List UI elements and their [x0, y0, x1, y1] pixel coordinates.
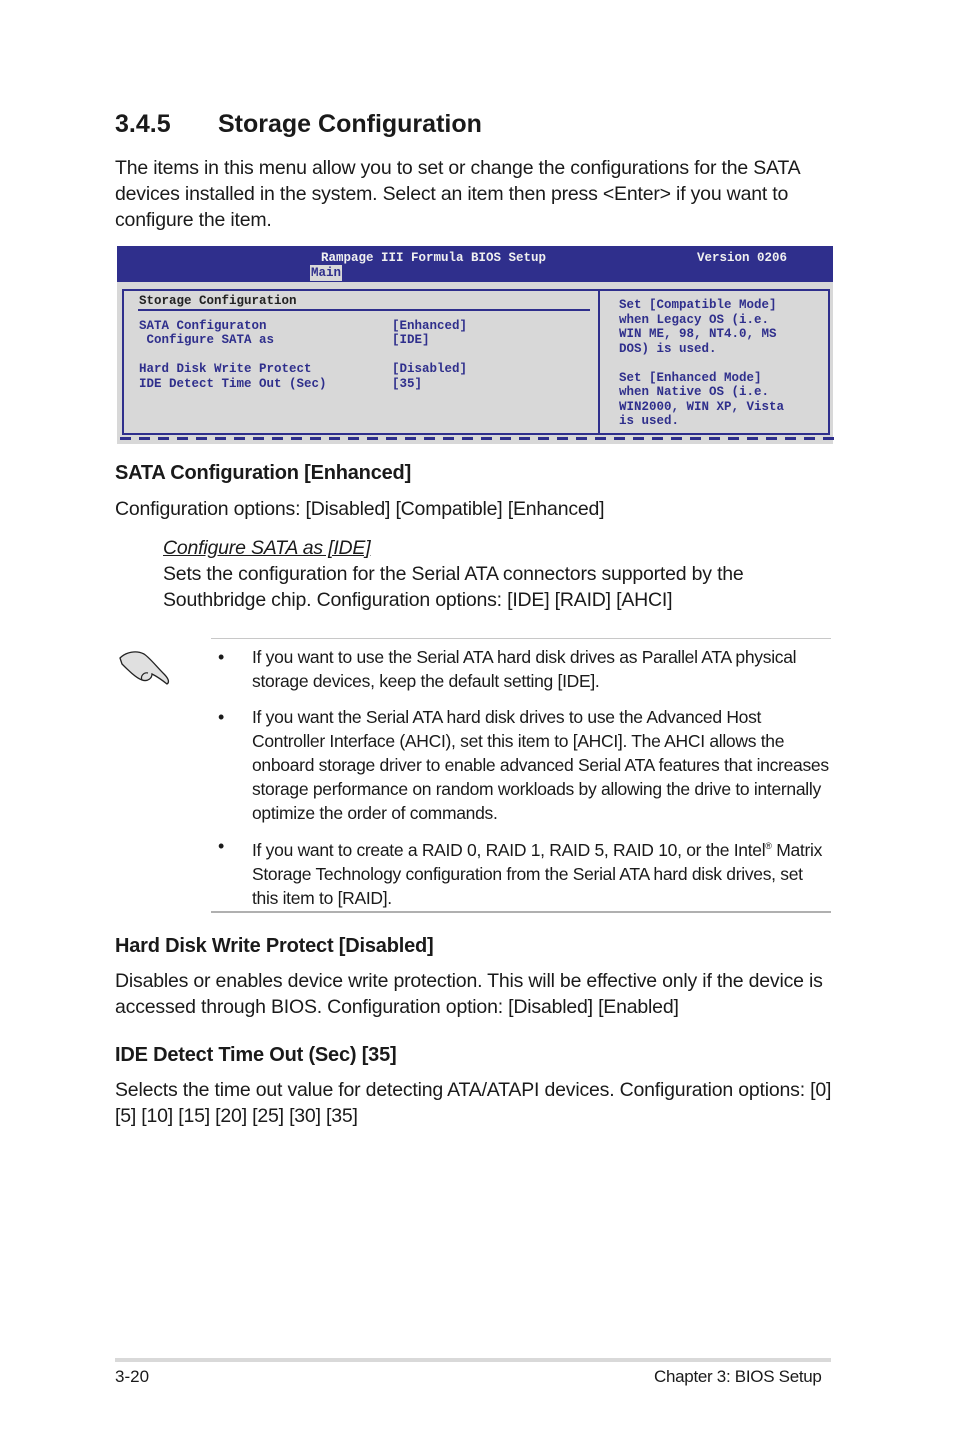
- note-bullet-3-text: If you want to create a RAID 0, RAID 1, …: [252, 839, 766, 860]
- configure-sata-block: Configure SATA as [IDE] Sets the configu…: [163, 535, 843, 613]
- bios-value-configure-sata-as[interactable]: [IDE]: [392, 333, 430, 347]
- bios-header: Rampage III Formula BIOS Setup Version 0…: [117, 246, 833, 282]
- note-bullet-3-glyph: •: [218, 836, 225, 856]
- note-bullet-3: If you want to create a RAID 0, RAID 1, …: [252, 834, 832, 910]
- tab-main[interactable]: Main: [310, 265, 343, 281]
- bios-dashed-border: [120, 437, 836, 440]
- bios-item-configure-sata-as[interactable]: Configure SATA as: [139, 333, 275, 347]
- bios-value-hard-disk-write-protect[interactable]: [Disabled]: [392, 362, 467, 376]
- bios-title: Rampage III Formula BIOS Setup: [321, 251, 547, 265]
- sata-configuration-heading: SATA Configuration [Enhanced]: [115, 462, 412, 484]
- pointing-hand-icon: [116, 640, 174, 690]
- footer-divider: [115, 1358, 831, 1362]
- page-number: 3-20: [115, 1367, 150, 1386]
- sata-configuration-options: Configuration options: [Disabled] [Compa…: [115, 498, 605, 520]
- ide-timeout-text: Selects the time out value for detecting…: [115, 1079, 832, 1127]
- note-bullet-1-glyph: •: [218, 647, 225, 667]
- write-protect-text: Disables or enables device write protect…: [115, 970, 823, 1018]
- chapter-label: Chapter 3: BIOS Setup: [654, 1367, 822, 1386]
- ide-timeout-heading: IDE Detect Time Out (Sec) [35]: [115, 1044, 397, 1066]
- bios-value-sata-configuration[interactable]: [Enhanced]: [392, 319, 467, 333]
- configure-sata-text: Sets the configuration for the Serial AT…: [163, 563, 744, 611]
- bios-version: Version 0206: [697, 251, 788, 265]
- bios-help-panel: Set [Compatible Mode] when Legacy OS (i.…: [598, 289, 830, 435]
- bios-value-ide-detect-time-out[interactable]: [35]: [392, 377, 422, 391]
- note-top-divider: [211, 638, 831, 639]
- bios-item-hard-disk-write-protect[interactable]: Hard Disk Write Protect: [139, 362, 312, 376]
- section-title-text: Storage Configuration: [218, 110, 482, 138]
- bios-item-ide-detect-time-out[interactable]: IDE Detect Time Out (Sec): [139, 377, 327, 391]
- bios-screen: Rampage III Formula BIOS Setup Version 0…: [117, 246, 836, 444]
- bios-menu-title: Storage Configuration: [139, 294, 297, 308]
- note-bullet-2: If you want the Serial ATA hard disk dri…: [252, 707, 829, 823]
- note-bottom-divider: [211, 911, 831, 913]
- configure-sata-heading: Configure SATA as [IDE]: [163, 537, 371, 559]
- section-title: 3.4.5 Storage Configuration: [115, 110, 482, 139]
- note-bullet-2-glyph: •: [218, 707, 225, 727]
- bios-menu-divider: [138, 309, 590, 311]
- section-number: 3.4.5: [115, 110, 171, 138]
- bios-help-text: Set [Compatible Mode] when Legacy OS (i.…: [619, 298, 785, 428]
- bios-menu-panel: Storage Configuration SATA Configuraton …: [122, 289, 600, 435]
- bios-item-sata-configuration[interactable]: SATA Configuraton: [139, 319, 267, 333]
- write-protect-heading: Hard Disk Write Protect [Disabled]: [115, 935, 434, 957]
- intro-paragraph: The items in this menu allow you to set …: [115, 157, 800, 231]
- note-bullet-1: If you want to use the Serial ATA hard d…: [252, 647, 797, 691]
